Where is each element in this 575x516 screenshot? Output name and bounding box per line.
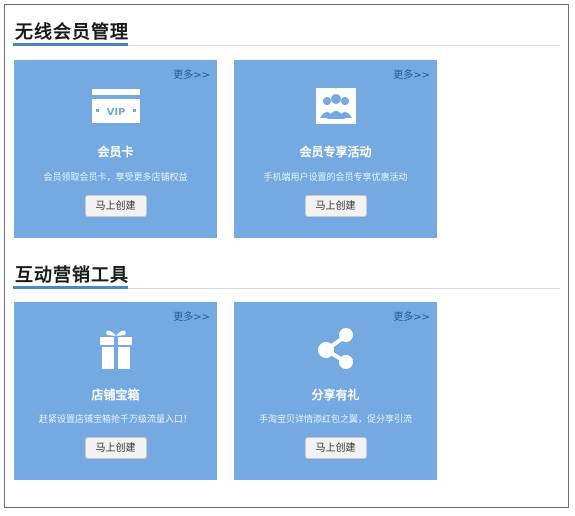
vip-card-icon: VIP (91, 88, 141, 128)
panel-frame: 无线会员管理 更多>> VIP 会员卡 会员领取会员卡，享受更多店铺权益 马上创… (4, 4, 569, 508)
members-group-icon (315, 88, 356, 128)
create-now-button[interactable]: 马上创建 (84, 437, 147, 459)
section-title-interactive-marketing: 互动营销工具 (15, 265, 129, 286)
gift-box-icon (99, 326, 133, 374)
card-title: 分享有礼 (311, 388, 360, 402)
card-description: 手淘宝贝详情添红包之翼，促分享引流 (258, 415, 412, 425)
create-now-button[interactable]: 马上创建 (304, 437, 367, 459)
create-now-button[interactable]: 马上创建 (304, 195, 367, 217)
card-description: 赶紧设置店铺宝箱抢千万级流量入口！ (38, 415, 192, 425)
card-share-gift: 更多>> 分享有礼 手淘宝贝详情添红包之翼，促分享引流 马上创建 (234, 302, 437, 480)
more-link[interactable]: 更多>> (173, 66, 210, 81)
vip-icon-text: VIP (106, 107, 125, 118)
section-underline (13, 286, 128, 289)
card-title: 会员卡 (97, 145, 134, 159)
more-link[interactable]: 更多>> (393, 308, 430, 323)
share-icon (316, 326, 356, 374)
create-now-button[interactable]: 马上创建 (84, 195, 147, 217)
card-shop-treasure-box: 更多>> 店铺宝箱 赶紧设置店铺宝箱抢千万级流量入口！ 马上创建 (14, 302, 217, 480)
more-link[interactable]: 更多>> (173, 308, 210, 323)
section-title-wireless-members: 无线会员管理 (15, 22, 129, 43)
more-link[interactable]: 更多>> (393, 66, 430, 81)
card-description: 会员领取会员卡，享受更多店铺权益 (43, 173, 188, 183)
card-title: 店铺宝箱 (91, 388, 140, 402)
card-member-card: 更多>> VIP 会员卡 会员领取会员卡，享受更多店铺权益 马上创建 (14, 60, 217, 238)
section-underline (13, 43, 128, 46)
card-member-exclusive-activity: 更多>> 会员专享活动 手机端用户设置的会员专享优惠活动 马上创建 (234, 60, 437, 238)
card-title: 会员专享活动 (299, 145, 372, 159)
card-description: 手机端用户设置的会员专享优惠活动 (263, 173, 408, 183)
